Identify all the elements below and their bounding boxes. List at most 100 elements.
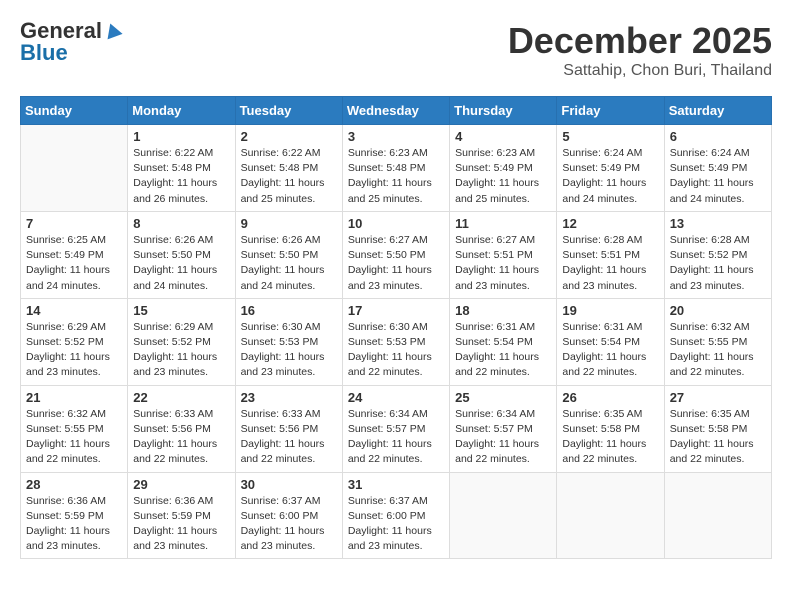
calendar-cell: 5 Sunrise: 6:24 AM Sunset: 5:49 PM Daylig… bbox=[557, 125, 664, 212]
day-info: Sunrise: 6:26 AM Sunset: 5:50 PM Dayligh… bbox=[241, 233, 337, 294]
day-info: Sunrise: 6:25 AM Sunset: 5:49 PM Dayligh… bbox=[26, 233, 122, 294]
day-number: 17 bbox=[348, 303, 444, 318]
day-info: Sunrise: 6:23 AM Sunset: 5:49 PM Dayligh… bbox=[455, 146, 551, 207]
day-info: Sunrise: 6:23 AM Sunset: 5:48 PM Dayligh… bbox=[348, 146, 444, 207]
day-info: Sunrise: 6:26 AM Sunset: 5:50 PM Dayligh… bbox=[133, 233, 229, 294]
day-number: 22 bbox=[133, 390, 229, 405]
day-number: 23 bbox=[241, 390, 337, 405]
calendar-cell: 4 Sunrise: 6:23 AM Sunset: 5:49 PM Daylig… bbox=[450, 125, 557, 212]
day-info: Sunrise: 6:34 AM Sunset: 5:57 PM Dayligh… bbox=[348, 407, 444, 468]
calendar-cell: 12 Sunrise: 6:28 AM Sunset: 5:51 PM Dayli… bbox=[557, 211, 664, 298]
logo-icon bbox=[103, 21, 123, 41]
week-row-3: 14 Sunrise: 6:29 AM Sunset: 5:52 PM Dayli… bbox=[21, 298, 772, 385]
column-header-sunday: Sunday bbox=[21, 97, 128, 125]
calendar-cell: 11 Sunrise: 6:27 AM Sunset: 5:51 PM Dayli… bbox=[450, 211, 557, 298]
column-header-monday: Monday bbox=[128, 97, 235, 125]
calendar-cell: 25 Sunrise: 6:34 AM Sunset: 5:57 PM Dayli… bbox=[450, 385, 557, 472]
day-info: Sunrise: 6:33 AM Sunset: 5:56 PM Dayligh… bbox=[241, 407, 337, 468]
calendar-cell: 13Sunrise: 6:28 AM Sunset: 5:52 PM Dayli… bbox=[664, 211, 771, 298]
column-header-thursday: Thursday bbox=[450, 97, 557, 125]
day-number: 5 bbox=[562, 129, 658, 144]
day-number: 3 bbox=[348, 129, 444, 144]
calendar-cell: 15Sunrise: 6:29 AM Sunset: 5:52 PM Dayli… bbox=[128, 298, 235, 385]
calendar-header-row: SundayMondayTuesdayWednesdayThursdayFrid… bbox=[21, 97, 772, 125]
day-number: 10 bbox=[348, 216, 444, 231]
calendar-cell: 10 Sunrise: 6:27 AM Sunset: 5:50 PM Dayli… bbox=[342, 211, 449, 298]
calendar-cell bbox=[664, 472, 771, 559]
column-header-tuesday: Tuesday bbox=[235, 97, 342, 125]
calendar-cell: 26Sunrise: 6:35 AM Sunset: 5:58 PM Dayli… bbox=[557, 385, 664, 472]
calendar-cell: 21Sunrise: 6:32 AM Sunset: 5:55 PM Dayli… bbox=[21, 385, 128, 472]
calendar-cell: 1Sunrise: 6:22 AM Sunset: 5:48 PM Daylig… bbox=[128, 125, 235, 212]
day-number: 14 bbox=[26, 303, 122, 318]
day-number: 2 bbox=[241, 129, 337, 144]
day-number: 30 bbox=[241, 477, 337, 492]
day-number: 18 bbox=[455, 303, 551, 318]
day-info: Sunrise: 6:37 AM Sunset: 6:00 PM Dayligh… bbox=[241, 494, 337, 555]
calendar-cell: 27 Sunrise: 6:35 AM Sunset: 5:58 PM Dayli… bbox=[664, 385, 771, 472]
calendar-cell bbox=[557, 472, 664, 559]
calendar-table: SundayMondayTuesdayWednesdayThursdayFrid… bbox=[20, 96, 772, 559]
day-number: 31 bbox=[348, 477, 444, 492]
day-info: Sunrise: 6:31 AM Sunset: 5:54 PM Dayligh… bbox=[562, 320, 658, 381]
week-row-4: 21Sunrise: 6:32 AM Sunset: 5:55 PM Dayli… bbox=[21, 385, 772, 472]
column-header-wednesday: Wednesday bbox=[342, 97, 449, 125]
day-info: Sunrise: 6:34 AM Sunset: 5:57 PM Dayligh… bbox=[455, 407, 551, 468]
day-number: 21 bbox=[26, 390, 122, 405]
day-info: Sunrise: 6:30 AM Sunset: 5:53 PM Dayligh… bbox=[348, 320, 444, 381]
day-info: Sunrise: 6:24 AM Sunset: 5:49 PM Dayligh… bbox=[562, 146, 658, 207]
calendar-cell bbox=[450, 472, 557, 559]
logo: General Blue bbox=[20, 20, 124, 64]
day-info: Sunrise: 6:33 AM Sunset: 5:56 PM Dayligh… bbox=[133, 407, 229, 468]
column-header-friday: Friday bbox=[557, 97, 664, 125]
week-row-5: 28Sunrise: 6:36 AM Sunset: 5:59 PM Dayli… bbox=[21, 472, 772, 559]
calendar-cell: 17 Sunrise: 6:30 AM Sunset: 5:53 PM Dayli… bbox=[342, 298, 449, 385]
day-number: 6 bbox=[670, 129, 766, 144]
location-title: Sattahip, Chon Buri, Thailand bbox=[508, 62, 772, 80]
day-number: 4 bbox=[455, 129, 551, 144]
day-number: 29 bbox=[133, 477, 229, 492]
day-info: Sunrise: 6:29 AM Sunset: 5:52 PM Dayligh… bbox=[26, 320, 122, 381]
day-number: 11 bbox=[455, 216, 551, 231]
calendar-cell: 6 Sunrise: 6:24 AM Sunset: 5:49 PM Daylig… bbox=[664, 125, 771, 212]
day-number: 25 bbox=[455, 390, 551, 405]
page-header: General Blue December 2025 Sattahip, Cho… bbox=[20, 20, 772, 80]
calendar-cell: 7 Sunrise: 6:25 AM Sunset: 5:49 PM Daylig… bbox=[21, 211, 128, 298]
day-info: Sunrise: 6:28 AM Sunset: 5:51 PM Dayligh… bbox=[562, 233, 658, 294]
calendar-cell: 16Sunrise: 6:30 AM Sunset: 5:53 PM Dayli… bbox=[235, 298, 342, 385]
calendar-cell bbox=[21, 125, 128, 212]
calendar-cell: 9 Sunrise: 6:26 AM Sunset: 5:50 PM Daylig… bbox=[235, 211, 342, 298]
day-number: 9 bbox=[241, 216, 337, 231]
day-number: 1 bbox=[133, 129, 229, 144]
logo-general: General bbox=[20, 20, 102, 42]
day-info: Sunrise: 6:27 AM Sunset: 5:50 PM Dayligh… bbox=[348, 233, 444, 294]
calendar-cell: 20Sunrise: 6:32 AM Sunset: 5:55 PM Dayli… bbox=[664, 298, 771, 385]
calendar-cell: 31 Sunrise: 6:37 AM Sunset: 6:00 PM Dayli… bbox=[342, 472, 449, 559]
calendar-cell: 30 Sunrise: 6:37 AM Sunset: 6:00 PM Dayli… bbox=[235, 472, 342, 559]
day-info: Sunrise: 6:22 AM Sunset: 5:48 PM Dayligh… bbox=[241, 146, 337, 207]
day-number: 24 bbox=[348, 390, 444, 405]
calendar-cell: 14 Sunrise: 6:29 AM Sunset: 5:52 PM Dayli… bbox=[21, 298, 128, 385]
day-info: Sunrise: 6:31 AM Sunset: 5:54 PM Dayligh… bbox=[455, 320, 551, 381]
day-info: Sunrise: 6:24 AM Sunset: 5:49 PM Dayligh… bbox=[670, 146, 766, 207]
day-info: Sunrise: 6:27 AM Sunset: 5:51 PM Dayligh… bbox=[455, 233, 551, 294]
day-number: 7 bbox=[26, 216, 122, 231]
day-info: Sunrise: 6:29 AM Sunset: 5:52 PM Dayligh… bbox=[133, 320, 229, 381]
day-number: 27 bbox=[670, 390, 766, 405]
day-info: Sunrise: 6:37 AM Sunset: 6:00 PM Dayligh… bbox=[348, 494, 444, 555]
calendar-cell: 2 Sunrise: 6:22 AM Sunset: 5:48 PM Daylig… bbox=[235, 125, 342, 212]
calendar-cell: 28Sunrise: 6:36 AM Sunset: 5:59 PM Dayli… bbox=[21, 472, 128, 559]
logo-blue: Blue bbox=[20, 42, 68, 64]
day-number: 19 bbox=[562, 303, 658, 318]
day-info: Sunrise: 6:35 AM Sunset: 5:58 PM Dayligh… bbox=[670, 407, 766, 468]
calendar-cell: 18 Sunrise: 6:31 AM Sunset: 5:54 PM Dayli… bbox=[450, 298, 557, 385]
calendar-cell: 19 Sunrise: 6:31 AM Sunset: 5:54 PM Dayli… bbox=[557, 298, 664, 385]
calendar-cell: 8Sunrise: 6:26 AM Sunset: 5:50 PM Daylig… bbox=[128, 211, 235, 298]
calendar-cell: 23 Sunrise: 6:33 AM Sunset: 5:56 PM Dayli… bbox=[235, 385, 342, 472]
calendar-cell: 22 Sunrise: 6:33 AM Sunset: 5:56 PM Dayli… bbox=[128, 385, 235, 472]
day-info: Sunrise: 6:30 AM Sunset: 5:53 PM Dayligh… bbox=[241, 320, 337, 381]
day-info: Sunrise: 6:28 AM Sunset: 5:52 PM Dayligh… bbox=[670, 233, 766, 294]
day-info: Sunrise: 6:36 AM Sunset: 5:59 PM Dayligh… bbox=[26, 494, 122, 555]
day-number: 12 bbox=[562, 216, 658, 231]
title-block: December 2025 Sattahip, Chon Buri, Thail… bbox=[508, 20, 772, 80]
